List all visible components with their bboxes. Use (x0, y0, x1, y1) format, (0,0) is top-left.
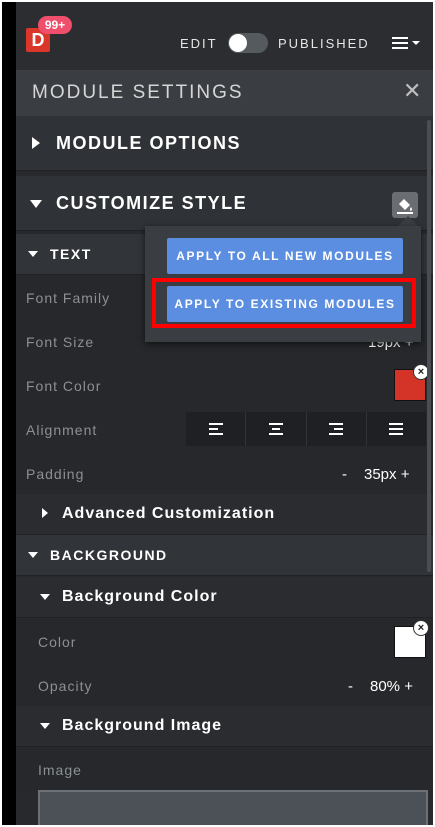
customize-style-row[interactable]: CUSTOMIZE STYLE (16, 176, 433, 231)
published-label: PUBLISHED (278, 36, 370, 51)
scrollbar[interactable] (427, 120, 431, 572)
expand-down-icon (30, 200, 42, 208)
close-icon[interactable]: ✕ (403, 80, 421, 102)
background-image-row[interactable]: Background Image (16, 706, 433, 747)
module-options-row[interactable]: MODULE OPTIONS (16, 116, 433, 171)
expand-down-icon (28, 251, 38, 257)
image-upload-box[interactable] (38, 790, 428, 825)
expand-down-icon (40, 723, 50, 729)
advanced-customization-row[interactable]: Advanced Customization (16, 494, 433, 535)
edit-publish-toggle[interactable] (228, 33, 268, 53)
expand-down-icon (40, 594, 50, 600)
module-settings-panel: D 99+ EDIT PUBLISHED MODULE SETTINGS ✕ M… (16, 2, 433, 825)
opacity-decrement[interactable]: - (348, 678, 353, 695)
text-section-label: TEXT (50, 246, 92, 262)
alignment-label: Alignment (26, 422, 98, 438)
module-options-label: MODULE OPTIONS (56, 133, 242, 153)
toggle-knob (229, 34, 247, 52)
notification-badge: 99+ (38, 16, 72, 34)
align-right-icon[interactable] (307, 412, 367, 446)
opacity-label: Opacity (38, 678, 93, 694)
padding-value[interactable]: 35px + (364, 466, 409, 483)
popup-caret (398, 216, 418, 226)
padding-row: Padding - 35px + (16, 452, 433, 496)
padding-label: Padding (26, 466, 85, 482)
expand-right-icon (32, 137, 40, 149)
background-image-label: Background Image (62, 717, 223, 734)
background-section-row[interactable]: BACKGROUND (16, 535, 433, 576)
font-color-row: Font Color × (16, 364, 433, 408)
top-bar: D 99+ EDIT PUBLISHED (16, 2, 433, 70)
expand-right-icon (42, 508, 48, 518)
highlight-box (152, 278, 416, 328)
background-color-label: Background Color (62, 588, 218, 605)
font-family-label: Font Family (26, 290, 111, 306)
apply-to-new-modules-button[interactable]: APPLY TO ALL NEW MODULES (167, 238, 403, 274)
image-label: Image (38, 762, 82, 778)
module-settings-header: MODULE SETTINGS ✕ (16, 70, 433, 116)
alignment-buttons (186, 412, 426, 446)
color-label: Color (38, 634, 77, 650)
image-row: Image (16, 748, 433, 792)
font-size-label: Font Size (26, 334, 95, 350)
clear-color-icon[interactable]: × (413, 620, 429, 636)
color-row: Color × (16, 620, 433, 664)
font-color-label: Font Color (26, 378, 102, 394)
align-justify-icon[interactable] (367, 412, 426, 446)
page-title: MODULE SETTINGS (32, 82, 244, 103)
background-section-label: BACKGROUND (50, 547, 168, 563)
background-color-row[interactable]: Background Color (16, 577, 433, 618)
hamburger-menu-icon[interactable] (392, 34, 422, 52)
padding-decrement[interactable]: - (342, 466, 347, 483)
align-center-icon[interactable] (246, 412, 307, 446)
opacity-value[interactable]: 80% + (370, 678, 413, 695)
align-left-icon[interactable] (186, 412, 247, 446)
chevron-down-icon (412, 41, 420, 45)
opacity-row: Opacity - 80% + (16, 664, 433, 708)
advanced-customization-label: Advanced Customization (62, 505, 276, 522)
expand-down-icon (28, 552, 38, 558)
edit-label: EDIT (180, 36, 218, 51)
customize-style-label: CUSTOMIZE STYLE (56, 193, 248, 213)
paint-bucket-icon[interactable] (392, 192, 418, 218)
app-frame: D 99+ EDIT PUBLISHED MODULE SETTINGS ✕ M… (2, 2, 433, 825)
